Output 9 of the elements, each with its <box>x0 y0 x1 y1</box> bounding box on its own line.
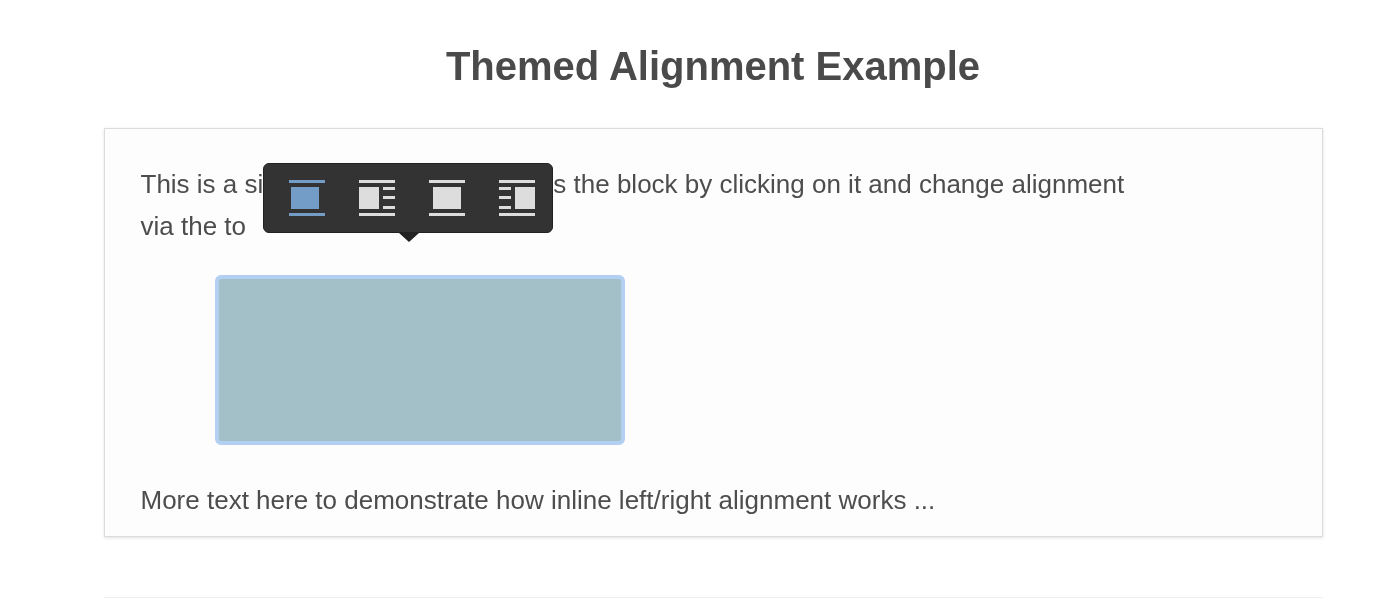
align-right-icon <box>499 180 536 216</box>
paragraph-text: This is a si <box>140 168 264 200</box>
align-left-icon <box>359 180 396 216</box>
align-wide-icon <box>289 180 326 216</box>
paragraph-text: s the block by clicking on it and change alignment <box>553 168 1125 200</box>
paragraph-text: via the to <box>140 210 246 242</box>
page-title: Themed Alignment Example <box>445 43 981 90</box>
paragraph-text: More text here to demonstrate how inline left/right alignment works ... <box>140 484 937 517</box>
align-center-icon <box>429 180 466 216</box>
